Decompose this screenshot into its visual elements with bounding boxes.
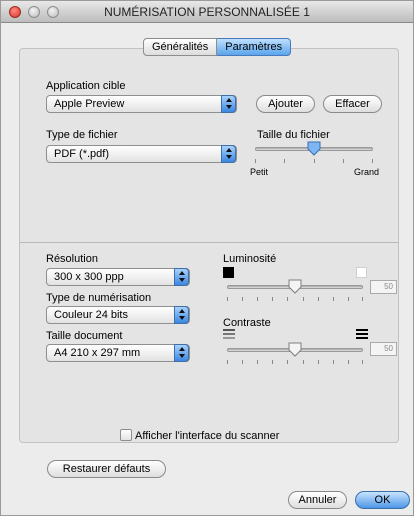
section-divider (20, 242, 398, 243)
resolution-value: 300 x 300 ppp (54, 271, 124, 283)
resolution-popup[interactable]: 300 x 300 ppp (46, 268, 190, 286)
resolution-label: Résolution (46, 253, 98, 265)
add-app-button[interactable]: Ajouter (256, 95, 315, 113)
doc-size-popup[interactable]: A4 210 x 297 mm (46, 344, 190, 362)
delete-app-button[interactable]: Effacer (323, 95, 382, 113)
contrast-slider-thumb[interactable] (288, 342, 302, 357)
light-square-icon (356, 267, 367, 278)
popup-arrows-icon (221, 145, 236, 163)
file-size-slider-thumb[interactable] (307, 141, 321, 156)
file-type-value: PDF (*.pdf) (54, 148, 110, 160)
contrast-ticks (227, 360, 363, 364)
contrast-label: Contraste (223, 317, 271, 329)
file-size-min-label: Petit (250, 167, 269, 177)
popup-arrows-icon (174, 344, 189, 362)
file-size-ticks (255, 159, 373, 163)
doc-size-label: Taille document (46, 330, 123, 342)
file-size-label: Taille du fichier (257, 129, 330, 141)
tab-bar: Généralités Paramètres (143, 38, 292, 56)
file-type-popup[interactable]: PDF (*.pdf) (46, 145, 237, 163)
scan-type-value: Couleur 24 bits (54, 309, 128, 321)
target-app-popup[interactable]: Apple Preview (46, 95, 237, 113)
tab-generalites[interactable]: Généralités (143, 38, 218, 56)
show-scanner-interface-label[interactable]: Afficher l'interface du scanner (135, 430, 279, 442)
title-bar[interactable]: NUMÉRISATION PERSONNALISÉE 1 (1, 1, 413, 23)
cancel-button[interactable]: Annuler (288, 491, 347, 509)
file-size-max-label: Grand (354, 167, 380, 177)
show-scanner-interface-checkbox[interactable] (120, 429, 132, 441)
restore-defaults-button[interactable]: Restaurer défauts (47, 460, 166, 478)
tab-parametres[interactable]: Paramètres (217, 38, 292, 56)
contrast-value-field[interactable]: 50 (370, 342, 397, 356)
brightness-slider-thumb[interactable] (288, 279, 302, 294)
file-type-label: Type de fichier (46, 129, 118, 141)
window-title: NUMÉRISATION PERSONNALISÉE 1 (104, 5, 310, 19)
scan-type-popup[interactable]: Couleur 24 bits (46, 306, 190, 324)
popup-arrows-icon (221, 95, 236, 113)
brightness-label: Luminosité (223, 253, 277, 265)
popup-arrows-icon (174, 306, 189, 324)
ok-button[interactable]: OK (355, 491, 410, 509)
dialog-window: NUMÉRISATION PERSONNALISÉE 1 Généralités… (0, 0, 414, 516)
target-app-value: Apple Preview (54, 98, 125, 110)
brightness-value-field[interactable]: 50 (370, 280, 397, 294)
high-contrast-icon (356, 329, 368, 339)
scan-type-label: Type de numérisation (46, 292, 152, 304)
doc-size-value: A4 210 x 297 mm (54, 347, 141, 359)
brightness-ticks (227, 297, 363, 301)
low-contrast-icon (223, 329, 235, 339)
dark-square-icon (223, 267, 234, 278)
popup-arrows-icon (174, 268, 189, 286)
target-app-label: Application cible (46, 80, 126, 92)
